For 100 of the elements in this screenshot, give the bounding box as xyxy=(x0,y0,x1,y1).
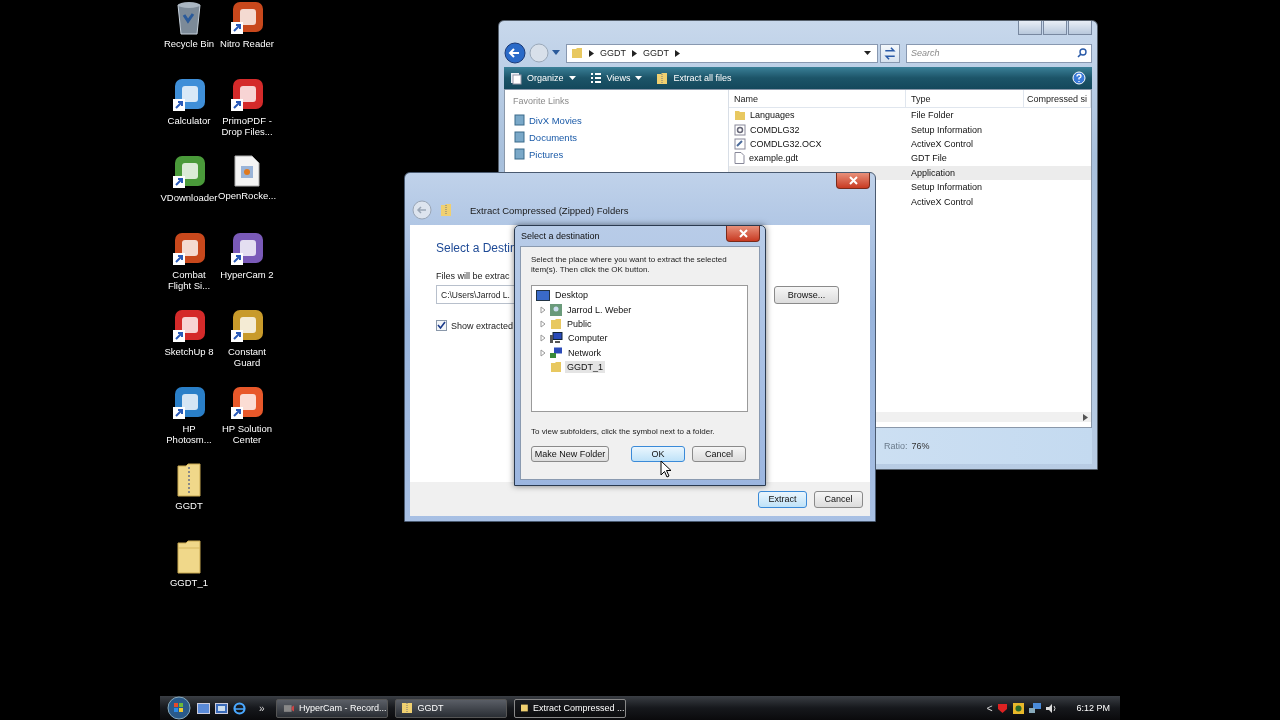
browser-icon[interactable] xyxy=(233,701,246,715)
chevron-icon[interactable] xyxy=(589,49,594,57)
column-header[interactable]: Compressed si xyxy=(1024,90,1091,107)
app-icon[interactable] xyxy=(172,232,206,266)
icon-label: Constant Guard xyxy=(227,346,267,368)
chevron-icon[interactable] xyxy=(675,49,680,57)
desktop-icon[interactable] xyxy=(197,702,210,714)
tree-item[interactable]: Network xyxy=(566,346,603,359)
app-icon[interactable] xyxy=(230,386,264,420)
file-row[interactable]: Languages File Folder xyxy=(729,108,1091,123)
tree-item[interactable]: Computer xyxy=(566,332,610,345)
app-icon[interactable] xyxy=(172,386,206,420)
taskbar-button[interactable]: Extract Compressed ... xyxy=(513,698,626,718)
toolbar-button[interactable]: Organize xyxy=(510,71,576,85)
user-icon xyxy=(550,303,562,316)
column-header[interactable]: Name xyxy=(729,90,906,107)
icon-label: GGDT_1 xyxy=(169,577,209,588)
file-name: COMDLG32 xyxy=(750,124,800,135)
icon-label: HyperCam 2 xyxy=(219,269,275,280)
dialog-title: Extract Compressed (Zipped) Folders xyxy=(470,204,629,216)
tree-item[interactable]: Desktop xyxy=(553,289,591,302)
tree-item[interactable]: Jarrod L. Weber xyxy=(565,303,634,316)
zip-folder-icon[interactable] xyxy=(177,463,201,497)
favorite-link[interactable]: Pictures xyxy=(513,147,720,161)
icon-label: Combat Flight Si... xyxy=(166,269,212,291)
expand-icon[interactable] xyxy=(540,319,547,328)
favorite-link[interactable]: Documents xyxy=(513,130,720,144)
search-icon[interactable] xyxy=(1077,47,1087,58)
tree-item[interactable]: Public xyxy=(565,317,594,330)
expand-icon[interactable] xyxy=(540,334,547,343)
favorite-link[interactable]: DivX Movies xyxy=(513,113,720,127)
app-icon[interactable] xyxy=(230,309,264,343)
dialog-button[interactable]: OK xyxy=(631,446,685,462)
zip-folder-icon xyxy=(401,702,413,714)
tray-toggle[interactable]: < xyxy=(986,702,993,714)
file-type: Application xyxy=(910,167,957,178)
app-icon[interactable] xyxy=(172,309,206,343)
search-field[interactable]: Search xyxy=(906,43,1092,63)
icon-label: Calculator xyxy=(166,115,212,126)
dialog-button[interactable]: Extract xyxy=(758,490,807,508)
icon-label: Recycle Bin xyxy=(162,38,216,49)
checkbox[interactable] xyxy=(436,320,447,331)
app-icon[interactable] xyxy=(230,78,264,112)
start-button[interactable] xyxy=(166,696,192,720)
recycle-bin-icon[interactable] xyxy=(174,1,204,35)
file-row[interactable]: COMDLG32 Setup Information xyxy=(729,122,1091,137)
back-button[interactable] xyxy=(504,42,526,64)
icon-label: PrimoPDF - Drop Files... xyxy=(220,115,274,137)
app-icon[interactable] xyxy=(172,155,206,189)
tray-app-icon[interactable] xyxy=(1013,702,1025,714)
document-icon[interactable] xyxy=(234,155,260,187)
app-icon[interactable] xyxy=(230,1,264,35)
taskbar-button[interactable]: HyperCam - Record... xyxy=(275,698,388,718)
toolbar-button[interactable]: Views xyxy=(589,72,643,84)
file-type: GDT File xyxy=(910,153,948,164)
field-label: Files will be extrac xyxy=(436,271,511,281)
icon-label: VDownloader xyxy=(160,192,218,203)
breadcrumb-item[interactable]: GGDT xyxy=(643,48,669,58)
more-button[interactable]: » xyxy=(259,702,265,714)
toolbar-button[interactable]: Extract all files xyxy=(656,71,732,85)
expand-icon[interactable] xyxy=(540,305,547,314)
refresh-button[interactable] xyxy=(880,43,900,63)
file-row[interactable]: COMDLG32.OCX ActiveX Control xyxy=(729,136,1091,152)
scroll-right-icon[interactable] xyxy=(1083,413,1088,421)
breadcrumb-item[interactable]: GGDT xyxy=(600,48,626,58)
browse-button[interactable]: Browse... xyxy=(774,285,839,304)
expand-icon[interactable] xyxy=(540,348,547,357)
chevron-icon[interactable] xyxy=(632,49,637,57)
file-type: Setup Information xyxy=(910,182,984,193)
folder-icon xyxy=(571,47,583,59)
monitor-icon xyxy=(536,289,550,301)
instruction-text: Select the place where you want to extract the selected item(s). Then click the OK button. xyxy=(531,255,728,275)
dialog-button[interactable]: Cancel xyxy=(692,446,746,462)
app-icon[interactable] xyxy=(172,78,206,112)
dialog-title: Select a destination xyxy=(521,231,600,241)
app-icon[interactable] xyxy=(230,232,264,266)
shield-icon[interactable] xyxy=(997,702,1009,714)
folder-icon[interactable] xyxy=(177,540,201,574)
icon-label: HP Solution Center xyxy=(221,423,273,445)
column-header[interactable]: Type xyxy=(906,90,1024,107)
taskbar-button[interactable]: GGDT xyxy=(394,698,507,718)
hint-text: To view subfolders, click the symbol next to a folder. xyxy=(531,427,716,436)
tree-item[interactable]: GGDT_1 xyxy=(565,361,605,374)
address-bar[interactable]: GGDT GGDT xyxy=(566,43,878,63)
file-name: COMDLG32.OCX xyxy=(750,138,822,149)
file-type: ActiveX Control xyxy=(910,196,975,207)
dialog-button[interactable]: Make New Folder xyxy=(531,446,609,462)
icon-label: OpenRocke... xyxy=(218,190,276,201)
volume-icon[interactable] xyxy=(1046,702,1058,714)
window-switch-icon[interactable] xyxy=(215,702,228,714)
dialog-button[interactable]: Cancel xyxy=(814,490,863,508)
file-type: Setup Information xyxy=(910,124,984,135)
folder-icon xyxy=(520,702,529,714)
network-icon[interactable] xyxy=(1029,702,1042,714)
clock[interactable]: 6:12 PM xyxy=(1076,703,1110,713)
file-row[interactable]: example.gdt GDT File xyxy=(729,151,1091,166)
folder-icon xyxy=(734,109,746,121)
close-icon xyxy=(848,176,858,185)
help-icon[interactable] xyxy=(1072,71,1086,85)
caret-icon[interactable] xyxy=(864,50,871,56)
